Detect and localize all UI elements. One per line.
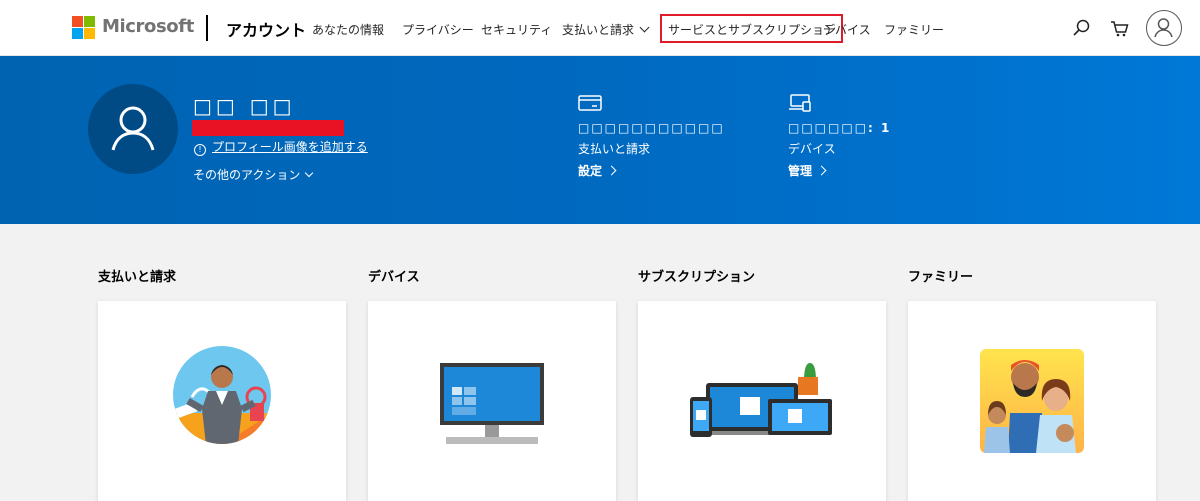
nav-security[interactable]: セキュリティ <box>481 21 552 38</box>
section-title-payment: 支払いと請求 <box>98 270 177 285</box>
section-title-subscriptions: サブスクリプション <box>638 270 756 285</box>
microsoft-brand-text[interactable]: Microsoft <box>102 16 194 37</box>
devices-manage-link[interactable]: 管理 <box>788 162 891 179</box>
chevron-down-icon <box>305 168 314 178</box>
nav-family[interactable]: ファミリー <box>884 21 944 38</box>
top-navigation-bar: Microsoft アカウント あなたの情報 プライバシー セキュリティ 支払い… <box>0 0 1200 56</box>
billing-settings-link[interactable]: 設定 <box>578 162 725 179</box>
credit-card-icon <box>578 95 602 111</box>
redacted-email <box>192 120 344 136</box>
more-actions-button[interactable]: その他のアクション <box>193 166 314 183</box>
account-hero-banner: □□ □□ ! プロフィール画像を追加する その他のアクション □□□□□□□□□… <box>0 56 1200 224</box>
nav-privacy[interactable]: プライバシー <box>402 21 474 38</box>
devices-title: デバイス <box>788 142 836 156</box>
info-icon: ! <box>194 144 206 156</box>
chevron-down-icon <box>639 22 650 33</box>
devices-caption: □□□□□□: 1 <box>788 121 892 135</box>
monitor-illustration-icon <box>440 363 544 444</box>
header-divider <box>206 15 208 41</box>
account-avatar-icon[interactable] <box>1146 10 1182 46</box>
nav-services-subscriptions[interactable]: サービスとサブスクリプション <box>660 14 844 43</box>
nav-your-info[interactable]: あなたの情報 <box>312 21 384 38</box>
family-illustration-icon <box>980 349 1084 453</box>
more-actions-label: その他のアクション <box>193 168 301 182</box>
nav-payment-billing-label: 支払いと請求 <box>562 23 635 37</box>
profile-avatar[interactable] <box>88 84 178 174</box>
billing-title: 支払いと請求 <box>578 142 651 156</box>
family-card[interactable] <box>908 301 1156 501</box>
add-profile-picture-link[interactable]: ! プロフィール画像を追加する <box>194 138 368 156</box>
devices-summary: □□□□□□: 1 デバイス 管理 <box>788 94 891 184</box>
add-profile-picture-label: プロフィール画像を追加する <box>212 140 368 154</box>
nav-devices[interactable]: デバイス <box>823 21 871 38</box>
billing-summary: □□□□□□□□□□□ 支払いと請求 設定 <box>578 94 725 184</box>
billing-caption: □□□□□□□□□□□ <box>578 121 725 135</box>
section-title-devices: デバイス <box>368 270 420 285</box>
payment-illustration-icon <box>173 346 271 444</box>
subscriptions-card[interactable] <box>638 301 886 501</box>
microsoft-logo-icon[interactable] <box>72 16 96 40</box>
office-apps-illustration-icon <box>690 363 832 437</box>
devices-icon <box>789 94 811 112</box>
devices-card[interactable] <box>368 301 616 501</box>
section-title-family: ファミリー <box>908 270 974 285</box>
payment-card[interactable] <box>98 301 346 501</box>
account-title[interactable]: アカウント <box>226 17 306 41</box>
nav-payment-billing[interactable]: 支払いと請求 <box>562 21 650 38</box>
cart-icon[interactable] <box>1108 14 1132 42</box>
user-display-name: □□ □□ <box>193 94 296 118</box>
search-icon[interactable] <box>1070 14 1094 42</box>
